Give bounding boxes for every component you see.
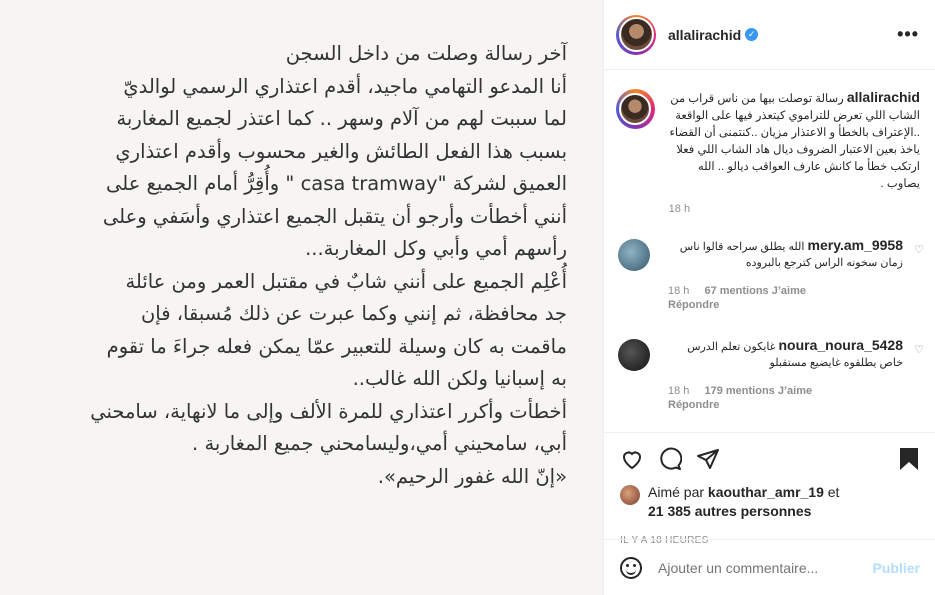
author-avatar[interactable]	[616, 14, 656, 55]
liker-username[interactable]: kaouthar_amr_19	[708, 484, 824, 500]
others-count[interactable]: 21 385 autres personnes	[648, 503, 811, 519]
letter-line: العميق لشركة "casa tramway " وأُقِرُّ أم…	[105, 172, 567, 195]
commenter-avatar[interactable]	[618, 339, 650, 371]
more-options-icon[interactable]: •••	[897, 24, 919, 45]
share-paper-plane-icon[interactable]	[696, 447, 720, 476]
comment-likes[interactable]: 67 mentions J’aime	[704, 285, 806, 297]
comment-input[interactable]	[658, 559, 873, 576]
post-sidebar: allalirachid ✓ ••• allalirachid رسالة تو…	[603, 0, 935, 595]
letter-line: «إنّ الله غفور الرحيم».	[377, 464, 567, 488]
comment-likes[interactable]: 179 mentions J’aime	[704, 385, 812, 397]
comment-like-heart-icon[interactable]: ♡	[914, 243, 924, 256]
letter-line: أنني أخطأت وأرجو أن يتقبل الجميع اعتذاري…	[102, 204, 567, 228]
comment-like-heart-icon[interactable]: ♡	[914, 343, 924, 356]
liker-avatar[interactable]	[620, 485, 640, 505]
bookmark-icon[interactable]	[898, 447, 920, 476]
caption-text: رسالة توصلت بيها من ناس قراب من الشاب ال…	[669, 93, 920, 190]
comment-item: mery.am_9958 الله يطلق سراحه قالوا ناس ز…	[604, 237, 935, 311]
letter-line: به إسبانيا ولكن الله غالب..	[352, 367, 567, 390]
author-username[interactable]: allalirachid	[668, 27, 741, 43]
add-comment-bar: Publier	[604, 539, 935, 595]
caption-username[interactable]: allalirachid	[847, 89, 920, 105]
publish-button[interactable]: Publier	[873, 560, 920, 576]
caption-avatar[interactable]	[616, 89, 655, 129]
comment-item: noura_noura_5428 غايكون تعلم الدرس خاص ي…	[604, 337, 935, 411]
letter-line: أبي، سامحيني أمي،وليسامحني جميع المغاربة…	[192, 432, 567, 455]
post-caption: allalirachid رسالة توصلت بيها من ناس قرا…	[604, 71, 935, 215]
letter-line: آخر رسالة وصلت من داخل السجن	[285, 42, 567, 65]
comment-bubble-icon[interactable]	[658, 447, 683, 476]
comment-time[interactable]: 18 h	[668, 385, 689, 397]
letter-line: أخطأت وأكرر اعتذاري للمرة الألف وإلى ما …	[90, 399, 567, 423]
commenter-username[interactable]: mery.am_9958	[808, 237, 903, 253]
reply-button[interactable]: Répondre	[668, 399, 903, 411]
letter-line: ماقمت به كان وسيلة للتعبير عمّا يمكن فعل…	[106, 334, 567, 358]
caption-time[interactable]: 18 h	[669, 203, 920, 215]
letter-text: آخر رسالة وصلت من داخل السجن أنا المدعو ا…	[7, 38, 567, 493]
comment-time[interactable]: 18 h	[668, 285, 689, 297]
letter-line: رأسهم أمي وأبي وكل المغاربة...	[305, 237, 567, 260]
commenter-avatar[interactable]	[618, 239, 650, 271]
letter-line: أنا المدعو التهامي ماجيد، أقدم اعتذاري ا…	[123, 74, 567, 98]
post-actions: Aimé par kaouthar_amr_19 et 21 385 autre…	[604, 432, 935, 546]
reply-button[interactable]: Répondre	[668, 299, 903, 311]
letter-line: بسبب هذا الفعل الطائش والغير محسوب وأقدم…	[115, 139, 567, 163]
commenter-username[interactable]: noura_noura_5428	[779, 337, 904, 353]
post-image[interactable]: آخر رسالة وصلت من داخل السجن أنا المدعو ا…	[0, 0, 603, 595]
post-header: allalirachid ✓ •••	[604, 0, 935, 70]
likes-summary: Aimé par kaouthar_amr_19 et 21 385 autre…	[620, 483, 920, 521]
letter-line: أُعْلِم الجميع على أنني شابٌ في مقتبل ال…	[125, 269, 567, 293]
like-heart-icon[interactable]	[620, 447, 644, 476]
verified-badge-icon: ✓	[745, 28, 759, 41]
emoji-icon[interactable]	[620, 556, 642, 579]
letter-line: لما سببت لهم من آلام وسهر .. كما اعتذر ل…	[116, 107, 567, 130]
letter-line: جد محافظة، ثم إنني وكما عبرت عن ذلك مُسب…	[140, 302, 567, 325]
comments-section[interactable]: allalirachid رسالة توصلت بيها من ناس قرا…	[604, 71, 935, 431]
